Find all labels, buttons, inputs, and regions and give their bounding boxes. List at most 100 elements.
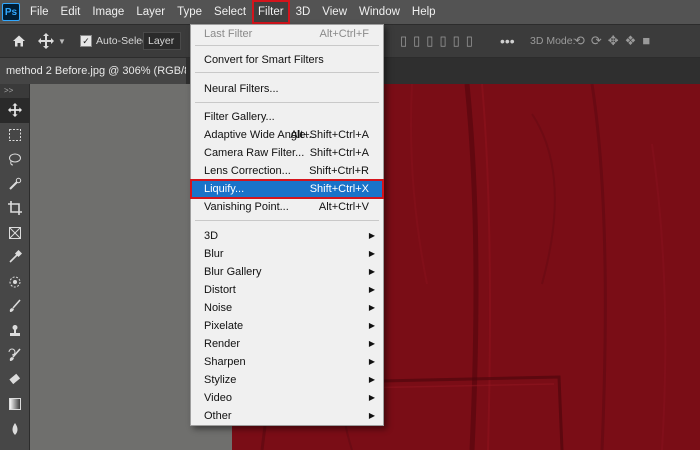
chevron-right-icon: ▶ xyxy=(368,375,375,384)
menu-item-label: Pixelate xyxy=(204,320,244,332)
menu-item-label: Filter Gallery... xyxy=(204,111,275,123)
move-tool-icon[interactable]: ▼ xyxy=(38,25,74,57)
menu-item-shortcut: Alt+Ctrl+V xyxy=(318,201,369,213)
auto-select-target-dropdown[interactable]: Layer xyxy=(143,32,181,50)
menu-item-distort[interactable]: Distort ▶ xyxy=(191,281,383,299)
menu-item-label: Blur Gallery xyxy=(204,266,262,278)
menu-item-filter-gallery[interactable]: Filter Gallery... xyxy=(191,108,383,126)
menu-item-stylize[interactable]: Stylize ▶ xyxy=(191,371,383,389)
move-tool-icon[interactable] xyxy=(0,98,30,123)
menu-layer[interactable]: Layer xyxy=(130,0,171,24)
menu-item-liquify[interactable]: Liquify... Shift+Ctrl+X xyxy=(190,179,384,199)
menu-bar: Ps File Edit Image Layer Type Select Fil… xyxy=(0,0,700,24)
filter-menu: Last Filter Alt+Ctrl+F Convert for Smart… xyxy=(190,24,384,426)
menu-type[interactable]: Type xyxy=(171,0,208,24)
menu-item-label: Camera Raw Filter... xyxy=(204,147,305,159)
gradient-icon[interactable] xyxy=(0,392,30,417)
menu-item-camera-raw-filter[interactable]: Camera Raw Filter... Shift+Ctrl+A xyxy=(191,144,383,162)
chevron-down-icon[interactable]: ▼ xyxy=(58,37,66,46)
menu-item-blur[interactable]: Blur ▶ xyxy=(191,245,383,263)
eraser-icon[interactable] xyxy=(0,368,30,393)
menu-item-shortcut: Alt+Shift+Ctrl+A xyxy=(290,129,369,141)
menu-item-label: Lens Correction... xyxy=(204,165,291,177)
menu-item-video[interactable]: Video ▶ xyxy=(191,389,383,407)
menu-divider xyxy=(195,220,379,221)
menu-filter[interactable]: Filter xyxy=(252,0,290,24)
crop-icon[interactable] xyxy=(0,196,30,221)
menu-item-other[interactable]: Other ▶ xyxy=(191,407,383,425)
menu-item-label: Noise xyxy=(204,302,233,314)
tools-panel: >> xyxy=(0,84,30,450)
menu-item-noise[interactable]: Noise ▶ xyxy=(191,299,383,317)
menu-view[interactable]: View xyxy=(316,0,353,24)
chevron-right-icon: ▶ xyxy=(368,285,375,294)
chevron-right-icon: ▶ xyxy=(368,411,375,420)
menu-item-label: Liquify... xyxy=(204,183,245,195)
menu-divider xyxy=(195,102,379,103)
menu-item-lens-correction[interactable]: Lens Correction... Shift+Ctrl+R xyxy=(191,162,383,180)
chevron-right-icon: ▶ xyxy=(368,303,375,312)
chevron-right-icon: ▶ xyxy=(368,321,375,330)
menu-select[interactable]: Select xyxy=(208,0,252,24)
menu-item-blur-gallery[interactable]: Blur Gallery ▶ xyxy=(191,263,383,281)
menu-help[interactable]: Help xyxy=(406,0,442,24)
menu-edit[interactable]: Edit xyxy=(55,0,87,24)
menu-3d[interactable]: 3D xyxy=(290,0,317,24)
align-icons[interactable]: ▯▯▯▯▯▯ xyxy=(400,25,479,57)
menu-item-label: Blur xyxy=(204,248,224,260)
menu-item-label: Render xyxy=(204,338,241,350)
menu-item-sharpen[interactable]: Sharpen ▶ xyxy=(191,353,383,371)
menu-item-label: Other xyxy=(204,410,232,422)
lasso-icon[interactable] xyxy=(0,147,30,172)
3d-mode-label: 3D Mode: xyxy=(530,35,576,47)
history-brush-icon[interactable] xyxy=(0,343,30,368)
menu-item-adaptive-wide-angle[interactable]: Adaptive Wide Angle... Alt+Shift+Ctrl+A xyxy=(191,126,383,144)
chevron-right-icon: ▶ xyxy=(368,393,375,402)
menu-item-convert-smart-filters[interactable]: Convert for Smart Filters xyxy=(191,51,383,69)
document-tab-title: method 2 Before.jpg @ 306% (RGB/8#) * xyxy=(6,65,186,77)
menu-item-label: Last Filter xyxy=(204,28,253,40)
quick-selection-icon[interactable] xyxy=(0,172,30,197)
menu-item-3d[interactable]: 3D ▶ xyxy=(191,227,383,245)
chevron-right-icon: ▶ xyxy=(368,231,375,240)
menu-item-render[interactable]: Render ▶ xyxy=(191,335,383,353)
home-icon[interactable] xyxy=(8,25,30,57)
clone-stamp-icon[interactable] xyxy=(0,319,30,344)
rectangular-marquee-icon[interactable] xyxy=(0,123,30,148)
menu-item-pixelate[interactable]: Pixelate ▶ xyxy=(191,317,383,335)
document-tab[interactable]: method 2 Before.jpg @ 306% (RGB/8#) * × xyxy=(0,58,186,84)
menu-item-last-filter: Last Filter Alt+Ctrl+F xyxy=(191,25,383,43)
menu-window[interactable]: Window xyxy=(353,0,406,24)
menu-item-label: 3D xyxy=(204,230,219,242)
chevron-right-icon: ▶ xyxy=(368,339,375,348)
more-options-icon[interactable]: ••• xyxy=(500,25,515,57)
menu-divider xyxy=(195,45,379,46)
menu-item-label: Neural Filters... xyxy=(204,83,279,95)
menu-divider xyxy=(195,72,379,73)
menu-item-vanishing-point[interactable]: Vanishing Point... Alt+Ctrl+V xyxy=(191,198,383,216)
menu-item-label: Vanishing Point... xyxy=(204,201,289,213)
chevron-right-icon: ▶ xyxy=(368,249,375,258)
menu-item-shortcut: Shift+Ctrl+X xyxy=(309,183,369,195)
check-icon: ✓ xyxy=(80,35,92,47)
menu-item-neural-filters[interactable]: Neural Filters... xyxy=(191,80,383,98)
brush-icon[interactable] xyxy=(0,294,30,319)
spot-healing-icon[interactable] xyxy=(0,270,30,295)
panel-collapse-icon[interactable]: >> xyxy=(0,84,29,98)
3d-mode-icons[interactable]: ⟲⟳✥❖■ xyxy=(574,25,656,57)
menu-item-label: Stylize xyxy=(204,374,237,386)
menu-item-label: Sharpen xyxy=(204,356,246,368)
menu-item-shortcut: Shift+Ctrl+R xyxy=(309,165,369,177)
menu-file[interactable]: File xyxy=(24,0,55,24)
chevron-right-icon: ▶ xyxy=(368,267,375,276)
menu-image[interactable]: Image xyxy=(86,0,130,24)
menu-item-label: Distort xyxy=(204,284,236,296)
photoshop-logo[interactable]: Ps xyxy=(2,3,20,21)
menu-item-shortcut: Alt+Ctrl+F xyxy=(319,28,369,40)
eyedropper-icon[interactable] xyxy=(0,245,30,270)
blur-icon[interactable] xyxy=(0,417,30,442)
menu-item-shortcut: Shift+Ctrl+A xyxy=(309,147,369,159)
menu-item-label: Video xyxy=(204,392,232,404)
frame-icon[interactable] xyxy=(0,221,30,246)
chevron-right-icon: ▶ xyxy=(368,357,375,366)
